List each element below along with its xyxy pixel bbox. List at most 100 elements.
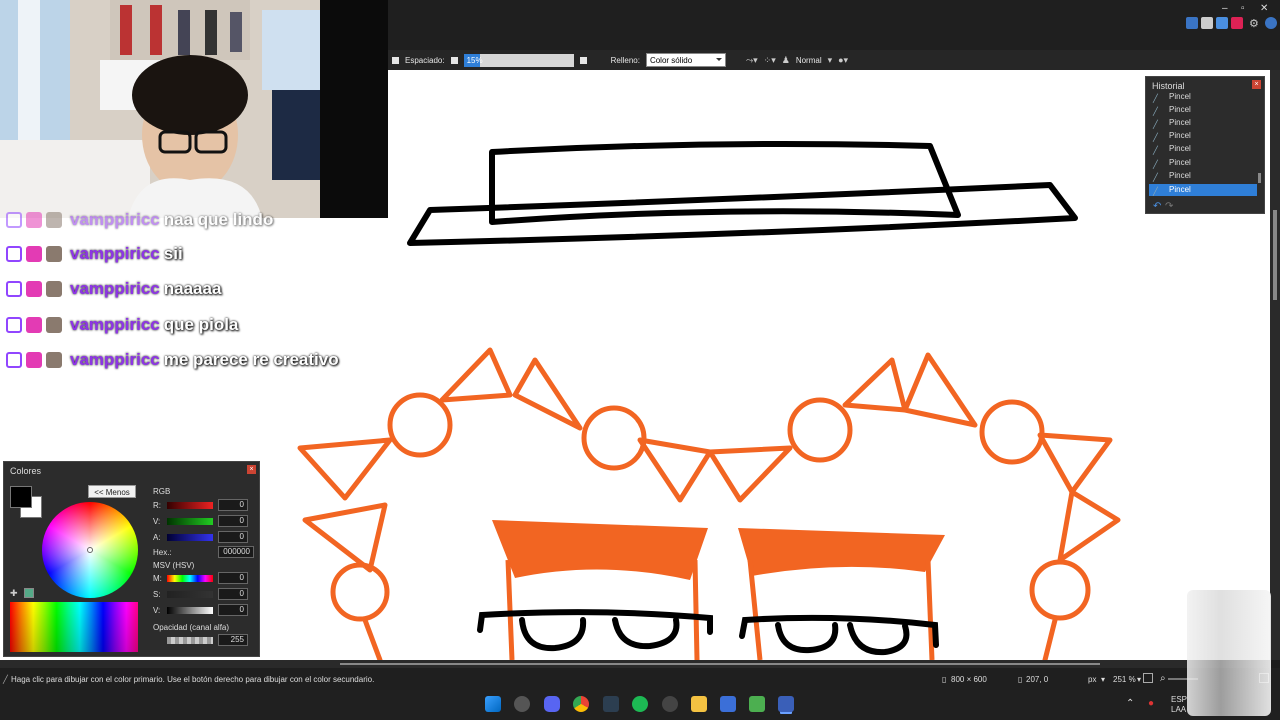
redo-icon[interactable]: ↷ <box>1165 201 1173 212</box>
history-icon[interactable] <box>1201 17 1213 29</box>
zoom-level[interactable]: 251 % <box>1113 675 1136 684</box>
maximize-button[interactable]: ▫ <box>1241 3 1245 14</box>
spotify-icon[interactable] <box>632 696 648 712</box>
brush-icon: ╱ <box>1153 173 1158 182</box>
paint-net-icon[interactable] <box>778 696 794 712</box>
blend-mode-select[interactable]: Normal <box>796 56 822 65</box>
orange-line <box>362 617 383 660</box>
history-item[interactable]: ╱ Pincel <box>1149 91 1257 103</box>
history-item[interactable]: ╱ Pincel <box>1149 157 1257 169</box>
left-lens-2 <box>612 617 680 650</box>
stream-chat: vamppiricc naa que lindo vamppiricc sii … <box>0 210 388 382</box>
red-input[interactable]: 0 <box>218 499 248 511</box>
alpha-label: Opacidad (canal alfa) <box>153 623 230 632</box>
spacing-minus-icon[interactable] <box>450 56 458 64</box>
minecraft-icon[interactable] <box>749 696 765 712</box>
twitch-badge-icon <box>6 281 22 297</box>
orange-circle <box>387 392 453 458</box>
tools-icon[interactable] <box>1186 17 1198 29</box>
colors-icon[interactable] <box>1231 17 1243 29</box>
fill-select[interactable]: Color sólido <box>645 53 726 67</box>
microphone-icon[interactable]: ● <box>1148 698 1154 709</box>
right-lens-2 <box>847 622 910 656</box>
green-slider[interactable] <box>167 518 213 525</box>
blue-slider[interactable] <box>167 534 213 541</box>
close-button[interactable]: ✕ <box>1260 3 1268 14</box>
avatar <box>46 246 62 262</box>
chat-message: vamppiricc que piola <box>6 313 238 337</box>
green-input[interactable]: 0 <box>218 515 248 527</box>
colors-panel-close-button[interactable]: × <box>247 465 256 474</box>
alpha-blending-icon[interactable]: ●▾ <box>838 55 848 66</box>
add-color-icon[interactable]: ✚ <box>10 588 20 598</box>
orange-circle <box>979 399 1045 465</box>
history-item[interactable]: ╱ Pincel <box>1149 104 1257 116</box>
palette-icon[interactable] <box>24 588 34 598</box>
red-slider[interactable] <box>167 502 213 509</box>
obs-icon[interactable] <box>662 696 678 712</box>
history-panel-title: Historial <box>1152 81 1185 91</box>
zoom-window-icon[interactable] <box>1143 673 1153 683</box>
left-hair-block <box>492 520 708 580</box>
spacing-slider[interactable]: 15% <box>463 53 574 67</box>
terminal-icon[interactable] <box>603 696 619 712</box>
start-icon[interactable] <box>485 696 501 712</box>
alpha-input[interactable]: 255 <box>218 634 248 646</box>
primary-color-swatch-front[interactable] <box>10 486 32 508</box>
saturation-input[interactable]: 0 <box>218 588 248 600</box>
undo-icon[interactable]: ↶ <box>1153 201 1161 212</box>
horizontal-scrollbar[interactable] <box>0 660 1270 668</box>
history-item[interactable]: ╱ Pincel <box>1149 170 1257 182</box>
blue-input[interactable]: 0 <box>218 531 248 543</box>
blend-mode-dropdown-icon[interactable]: ▾ <box>828 55 833 66</box>
title-bar <box>388 0 1280 34</box>
language-indicator[interactable]: ESP LAA <box>1171 695 1187 715</box>
hex-input[interactable]: 000000 <box>218 546 254 558</box>
chat-text: naa que lindo <box>163 210 274 229</box>
antialias-icon[interactable]: ⤳▾ <box>746 55 758 66</box>
spacing-decrease-button[interactable] <box>392 56 399 64</box>
minimize-button[interactable]: – <box>1222 3 1228 14</box>
hue-slider[interactable] <box>167 575 213 582</box>
orange-circle <box>1029 559 1091 621</box>
right-lens-1 <box>775 622 839 654</box>
image-size: 800 × 600 <box>951 675 987 684</box>
hex-label: Hex.: <box>153 548 172 557</box>
zoom-dropdown-icon[interactable]: ▾ <box>1137 675 1141 684</box>
history-item-label: Pincel <box>1169 118 1191 127</box>
units-select[interactable]: px <box>1088 675 1096 684</box>
discord-icon[interactable] <box>544 696 560 712</box>
history-item[interactable]: ╱ Pincel <box>1149 143 1257 155</box>
blend-mode-icon[interactable]: ♟ <box>782 55 790 66</box>
alpha-slider[interactable] <box>167 637 213 644</box>
history-scrollbar[interactable] <box>1258 173 1261 183</box>
chrome-icon[interactable] <box>573 696 589 712</box>
chat-username: vamppiricc <box>70 244 160 263</box>
orange-circle <box>330 562 390 622</box>
saturation-slider[interactable] <box>167 591 213 598</box>
heart-badge-icon <box>26 352 42 368</box>
store-icon[interactable] <box>720 696 736 712</box>
history-item[interactable]: ╱ Pincel <box>1149 130 1257 142</box>
value-slider[interactable] <box>167 607 213 614</box>
history-panel-close-button[interactable]: × <box>1252 80 1261 89</box>
vertical-scrollbar[interactable] <box>1270 70 1280 660</box>
color-wheel-cursor[interactable] <box>87 547 93 553</box>
settings-icon[interactable]: ⚙ <box>1249 17 1261 30</box>
zoom-icon[interactable]: ⌕ <box>1160 673 1166 684</box>
chat-username: vamppiricc <box>70 210 160 229</box>
help-icon[interactable] <box>1265 17 1277 29</box>
selection-mode-icon[interactable]: ⁘▾ <box>764 55 776 66</box>
value-input[interactable]: 0 <box>218 604 248 616</box>
units-dropdown-icon[interactable]: ▾ <box>1101 675 1105 684</box>
history-item[interactable]: ╱ Pincel <box>1149 117 1257 129</box>
layers-icon[interactable] <box>1216 17 1228 29</box>
settings-app-icon[interactable] <box>514 696 530 712</box>
less-button[interactable]: << Menos <box>88 485 136 498</box>
file-explorer-icon[interactable] <box>691 696 707 712</box>
color-palette[interactable] <box>10 602 138 652</box>
spacing-plus-icon[interactable] <box>579 56 587 64</box>
history-item-selected[interactable]: ╱ Pincel <box>1149 184 1257 196</box>
tray-chevron-icon[interactable]: ⌃ <box>1126 698 1134 709</box>
hue-input[interactable]: 0 <box>218 572 248 584</box>
